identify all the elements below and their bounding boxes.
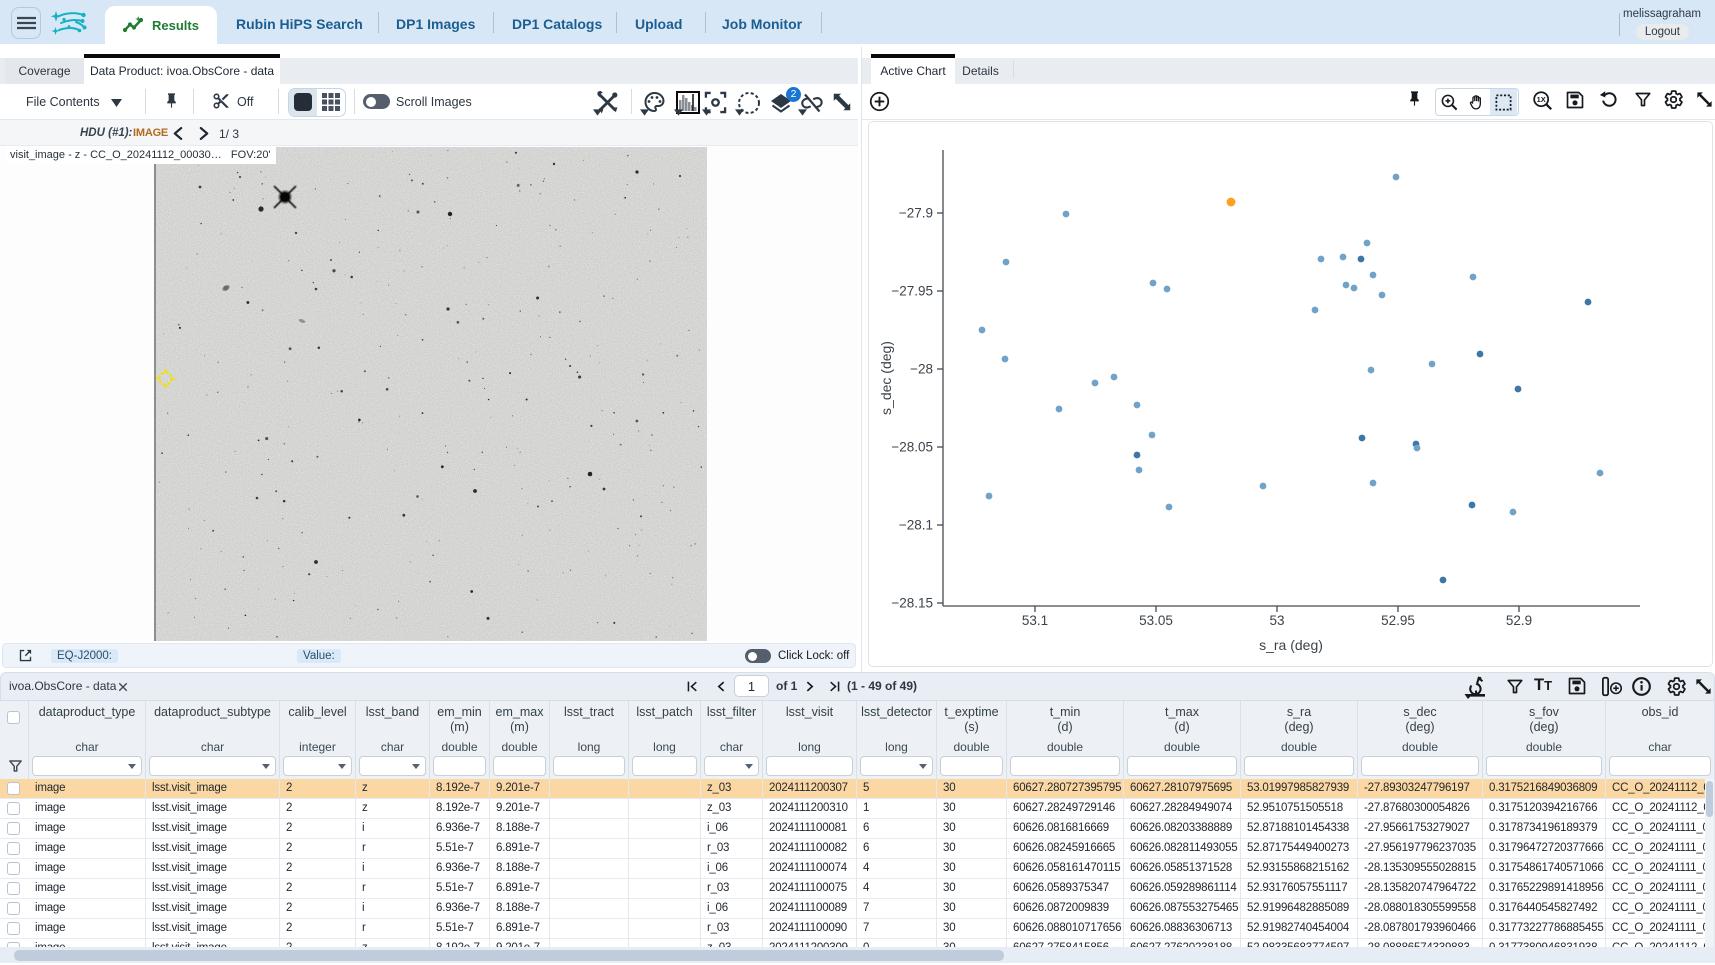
svg-text:52.95: 52.95 bbox=[1381, 613, 1415, 628]
svg-text:−28.05: −28.05 bbox=[891, 440, 933, 455]
svg-text:−28.15: −28.15 bbox=[891, 596, 933, 611]
svg-text:53.05: 53.05 bbox=[1139, 613, 1173, 628]
svg-text:52.9: 52.9 bbox=[1506, 613, 1532, 628]
svg-text:s_dec (deg): s_dec (deg) bbox=[878, 341, 894, 415]
svg-text:s_ra (deg): s_ra (deg) bbox=[1259, 637, 1323, 653]
svg-text:−27.9: −27.9 bbox=[899, 206, 933, 221]
svg-text:53: 53 bbox=[1269, 613, 1284, 628]
svg-text:53.1: 53.1 bbox=[1022, 613, 1048, 628]
svg-text:1X: 1X bbox=[1537, 95, 1546, 104]
svg-text:−28: −28 bbox=[910, 362, 933, 377]
svg-text:−27.95: −27.95 bbox=[891, 284, 933, 299]
svg-text:−28.1: −28.1 bbox=[899, 518, 933, 533]
